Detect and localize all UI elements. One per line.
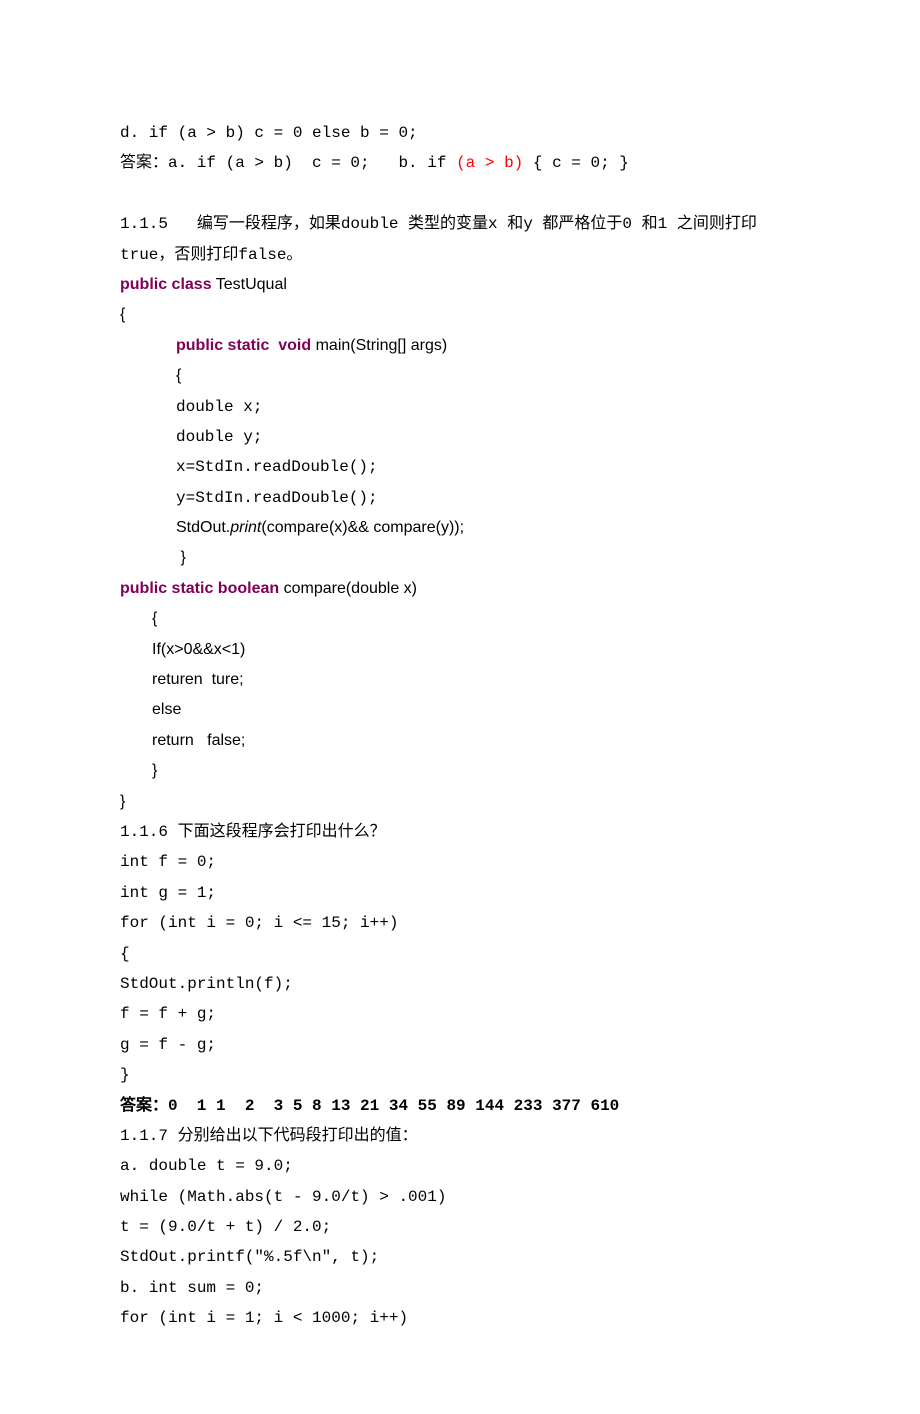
text-segment: }: [120, 793, 125, 810]
text-line: {: [120, 604, 800, 634]
text-line: int g = 1;: [120, 878, 800, 908]
text-segment: public static void: [176, 337, 311, 354]
text-segment: 1.1.5 编写一段程序，如果double 类型的变量x 和y 都严格位于0 和…: [120, 215, 757, 263]
text-line: d. if (a > b) c = 0 else b = 0;: [120, 118, 800, 148]
text-segment: int f = 0;: [120, 853, 216, 871]
text-segment: for (int i = 0; i <= 15; i++): [120, 914, 398, 932]
text-line: else: [120, 695, 800, 725]
text-line: f = f + g;: [120, 999, 800, 1029]
text-segment: return false;: [152, 732, 245, 749]
text-segment: StdOut.: [176, 519, 230, 536]
document-page: d. if (a > b) c = 0 else b = 0; 答案：a. if …: [0, 0, 920, 1414]
text-segment: { c = 0; }: [523, 154, 629, 172]
text-line: 1.1.6 下面这段程序会打印出什么？: [120, 817, 800, 847]
text-line: }: [120, 787, 800, 817]
text-line: {: [120, 361, 800, 391]
text-segment: TestUqual: [212, 276, 287, 293]
text-segment: print: [230, 519, 261, 536]
text-line: }: [120, 543, 800, 573]
text-line: public static boolean compare(double x): [120, 574, 800, 604]
text-line: public class TestUqual: [120, 270, 800, 300]
text-line: int f = 0;: [120, 847, 800, 877]
text-line: for (int i = 0; i <= 15; i++): [120, 908, 800, 938]
text-segment: 1.1.6 下面这段程序会打印出什么？: [120, 823, 386, 841]
text-segment: a. double t = 9.0;: [120, 1157, 293, 1175]
text-segment: If(x>0&&x<1): [152, 641, 245, 658]
text-line: {: [120, 939, 800, 969]
text-line: while (Math.abs(t - 9.0/t) > .001): [120, 1182, 800, 1212]
text-segment: }: [152, 762, 157, 779]
text-line: 答案：a. if (a > b) c = 0; b. if (a > b) { …: [120, 148, 800, 178]
text-segment: {: [176, 367, 181, 384]
text-segment: returen ture;: [152, 671, 244, 688]
text-line: y=StdIn.readDouble();: [120, 483, 800, 513]
text-segment: {: [152, 610, 157, 627]
text-line: a. double t = 9.0;: [120, 1151, 800, 1181]
text-segment: double y;: [176, 428, 262, 446]
text-line: }: [120, 756, 800, 786]
text-segment: g = f - g;: [120, 1036, 216, 1054]
text-segment: double x;: [176, 398, 262, 416]
text-line: If(x>0&&x<1): [120, 635, 800, 665]
text-segment: f = f + g;: [120, 1005, 216, 1023]
text-segment: StdOut.printf("%.5f\n", t);: [120, 1248, 379, 1266]
text-segment: while (Math.abs(t - 9.0/t) > .001): [120, 1188, 446, 1206]
text-segment: x=StdIn.readDouble();: [176, 458, 378, 476]
text-segment: b. int sum = 0;: [120, 1279, 264, 1297]
text-line: g = f - g;: [120, 1030, 800, 1060]
text-line: x=StdIn.readDouble();: [120, 452, 800, 482]
text-line: StdOut.printf("%.5f\n", t);: [120, 1242, 800, 1272]
text-line: return false;: [120, 726, 800, 756]
text-line: }: [120, 1060, 800, 1090]
text-line: public static void main(String[] args): [120, 331, 800, 361]
text-segment: (compare(x)&& compare(y));: [261, 519, 464, 536]
text-segment: public class: [120, 276, 212, 293]
text-segment: d. if (a > b) c = 0 else b = 0;: [120, 124, 418, 142]
text-segment: {: [120, 306, 125, 323]
text-segment: compare(double x): [279, 580, 417, 597]
text-segment: {: [120, 945, 130, 963]
text-line: StdOut.println(f);: [120, 969, 800, 999]
text-segment: int g = 1;: [120, 884, 216, 902]
text-line: t = (9.0/t + t) / 2.0;: [120, 1212, 800, 1242]
text-line: 答案：0 1 1 2 3 5 8 13 21 34 55 89 144 233 …: [120, 1091, 800, 1121]
text-line: b. int sum = 0;: [120, 1273, 800, 1303]
text-segment: StdOut.println(f);: [120, 975, 293, 993]
text-line: 1.1.7 分别给出以下代码段打印出的值：: [120, 1121, 800, 1151]
text-line: {: [120, 300, 800, 330]
text-line: returen ture;: [120, 665, 800, 695]
text-segment: 1.1.7 分别给出以下代码段打印出的值：: [120, 1127, 418, 1145]
text-segment: public static boolean: [120, 580, 279, 597]
text-segment: for (int i = 1; i < 1000; i++): [120, 1309, 408, 1327]
text-segment: 答案：a. if (a > b) c = 0; b. if: [120, 154, 456, 172]
text-segment: else: [152, 701, 181, 718]
text-line: [120, 179, 800, 209]
text-segment: }: [120, 1066, 130, 1084]
text-line: double y;: [120, 422, 800, 452]
text-segment: t = (9.0/t + t) / 2.0;: [120, 1218, 331, 1236]
text-line: double x;: [120, 392, 800, 422]
text-line: 1.1.5 编写一段程序，如果double 类型的变量x 和y 都严格位于0 和…: [120, 209, 800, 270]
text-segment: [120, 185, 124, 202]
text-segment: }: [176, 549, 186, 566]
text-line: StdOut.print(compare(x)&& compare(y));: [120, 513, 800, 543]
text-segment: y=StdIn.readDouble();: [176, 489, 378, 507]
text-segment: 答案：0 1 1 2 3 5 8 13 21 34 55 89 144 233 …: [120, 1097, 619, 1115]
text-segment: main(String[] args): [311, 337, 447, 354]
text-line: for (int i = 1; i < 1000; i++): [120, 1303, 800, 1333]
text-segment: (a > b): [456, 154, 523, 172]
